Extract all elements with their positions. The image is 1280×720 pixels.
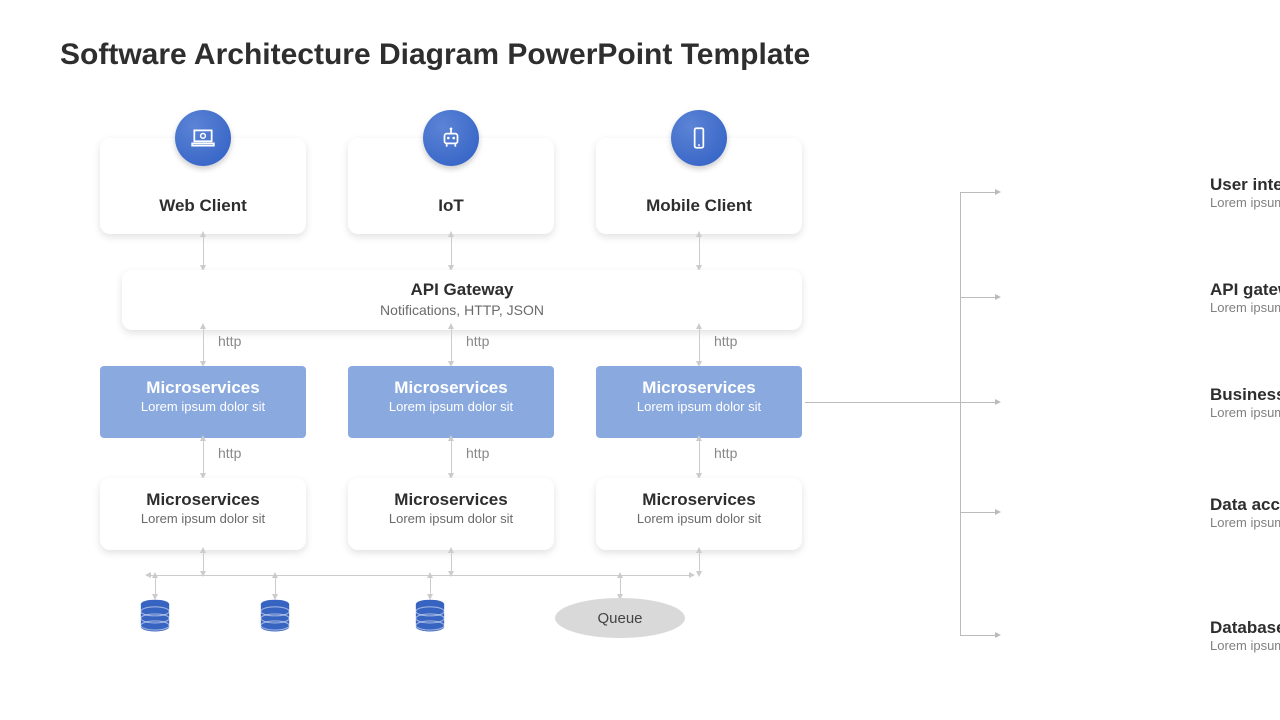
http-label: http [714, 445, 737, 461]
arrow-icon [699, 328, 700, 362]
layer-subtitle: Lorem ipsum dolor sit [1210, 300, 1280, 315]
page-title: Software Architecture Diagram PowerPoint… [60, 38, 810, 72]
ms-title: Microservices [596, 490, 802, 510]
ms-title: Microservices [596, 378, 802, 398]
arrow-icon [203, 552, 204, 572]
layer-database: Database layer Lorem ipsum dolor sit [1210, 618, 1280, 653]
api-gateway-card: API Gateway Notifications, HTTP, JSON [122, 270, 802, 330]
arrow-icon [699, 440, 700, 474]
arrow-icon [203, 328, 204, 362]
client-mobile: Mobile Client [596, 138, 802, 234]
microservice-data: Microservices Lorem ipsum dolor sit [348, 478, 554, 550]
client-label: Web Client [159, 196, 247, 216]
api-subtitle: Notifications, HTTP, JSON [122, 302, 802, 318]
http-label: http [466, 333, 489, 349]
client-label: IoT [438, 196, 464, 216]
layer-subtitle: Lorem ipsum dolor sit [1210, 515, 1280, 530]
bracket-line [960, 192, 961, 636]
bracket-arrow [960, 635, 996, 636]
api-title: API Gateway [122, 280, 802, 300]
layer-title: Data access layer [1210, 495, 1280, 515]
bracket-arrow [960, 192, 996, 193]
laptop-icon [175, 110, 231, 166]
robot-icon [423, 110, 479, 166]
phone-icon [671, 110, 727, 166]
layer-ui: User interface layer Lorem ipsum dolor s… [1210, 175, 1280, 210]
microservice-data: Microservices Lorem ipsum dolor sit [596, 478, 802, 550]
arrow-icon [451, 328, 452, 362]
bracket-arrow [960, 297, 996, 298]
arrow-icon [699, 236, 700, 266]
http-label: http [218, 445, 241, 461]
layer-title: Business logic layer [1210, 385, 1280, 405]
ms-subtitle: Lorem ipsum dolor sit [100, 399, 306, 414]
arrow-icon [699, 552, 700, 572]
arrow-icon [203, 440, 204, 474]
layer-title: User interface layer [1210, 175, 1280, 195]
arrow-icon [451, 440, 452, 474]
ms-title: Microservices [348, 490, 554, 510]
layer-business: Business logic layer Lorem ipsum dolor s… [1210, 385, 1280, 420]
http-label: http [466, 445, 489, 461]
queue-label: Queue [597, 610, 642, 627]
ms-title: Microservices [100, 490, 306, 510]
layer-subtitle: Lorem ipsum dolor sit [1210, 405, 1280, 420]
client-label: Mobile Client [646, 196, 752, 216]
database-icon [138, 598, 172, 641]
arrow-icon [155, 577, 156, 595]
ms-subtitle: Lorem ipsum dolor sit [348, 399, 554, 414]
architecture-diagram: Web Client IoT Mobile Client API Gateway… [100, 100, 820, 680]
bracket-arrow [805, 402, 996, 403]
ms-subtitle: Lorem ipsum dolor sit [596, 399, 802, 414]
ms-title: Microservices [100, 378, 306, 398]
microservice-business: Microservices Lorem ipsum dolor sit [596, 366, 802, 438]
layer-title: Database layer [1210, 618, 1280, 638]
database-icon [413, 598, 447, 641]
arrow-icon [451, 236, 452, 266]
arrow-icon [620, 577, 621, 595]
layer-subtitle: Lorem ipsum dolor sit [1210, 638, 1280, 653]
layer-subtitle: Lorem ipsum dolor sit [1210, 195, 1280, 210]
arrow-icon [203, 236, 204, 266]
layer-api: API gateway layer Lorem ipsum dolor sit [1210, 280, 1280, 315]
arrow-icon [150, 575, 690, 576]
ms-title: Microservices [348, 378, 554, 398]
queue-node: Queue [555, 598, 685, 638]
ms-subtitle: Lorem ipsum dolor sit [348, 511, 554, 526]
arrow-icon [451, 552, 452, 572]
arrow-icon [275, 577, 276, 595]
microservice-business: Microservices Lorem ipsum dolor sit [348, 366, 554, 438]
database-icon [258, 598, 292, 641]
client-web: Web Client [100, 138, 306, 234]
ms-subtitle: Lorem ipsum dolor sit [596, 511, 802, 526]
layer-title: API gateway layer [1210, 280, 1280, 300]
http-label: http [714, 333, 737, 349]
client-iot: IoT [348, 138, 554, 234]
microservice-data: Microservices Lorem ipsum dolor sit [100, 478, 306, 550]
bracket-arrow [960, 512, 996, 513]
arrow-icon [430, 577, 431, 595]
layer-data-access: Data access layer Lorem ipsum dolor sit [1210, 495, 1280, 530]
microservice-business: Microservices Lorem ipsum dolor sit [100, 366, 306, 438]
ms-subtitle: Lorem ipsum dolor sit [100, 511, 306, 526]
http-label: http [218, 333, 241, 349]
